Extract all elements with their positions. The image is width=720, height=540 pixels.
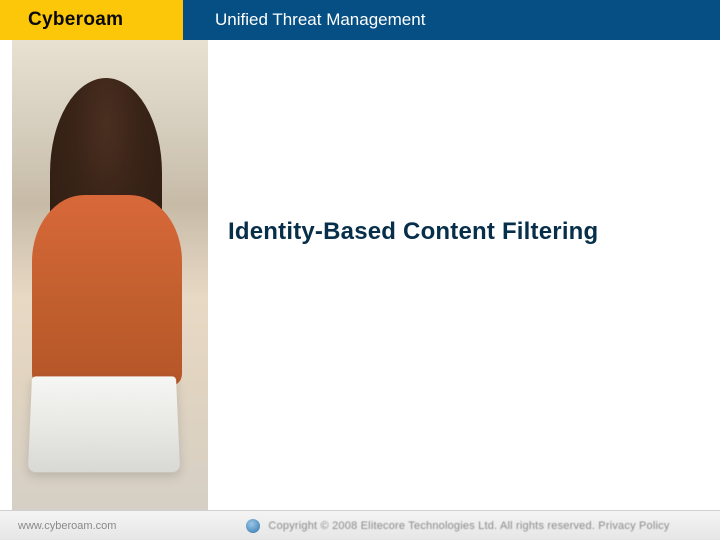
header-bar: Cyberoam Unified Threat Management (0, 0, 720, 40)
image-figure-torso (32, 195, 182, 385)
slide-body: Identity-Based Content Filtering (0, 40, 720, 510)
footer-bar: www.cyberoam.com Copyright © 2008 Elitec… (0, 510, 720, 540)
image-laptop (28, 376, 180, 472)
brand-name: Cyberoam (28, 9, 123, 31)
header-title: Unified Threat Management (215, 10, 425, 30)
footer-website: www.cyberoam.com (18, 520, 116, 532)
brand-block: Cyberoam (0, 0, 183, 40)
content-area: Identity-Based Content Filtering (208, 40, 720, 510)
hero-image (12, 40, 208, 510)
header-title-block: Unified Threat Management (183, 0, 720, 40)
globe-icon (246, 519, 260, 533)
footer-copyright: Copyright © 2008 Elitecore Technologies … (268, 520, 702, 532)
slide-heading: Identity-Based Content Filtering (228, 218, 704, 246)
